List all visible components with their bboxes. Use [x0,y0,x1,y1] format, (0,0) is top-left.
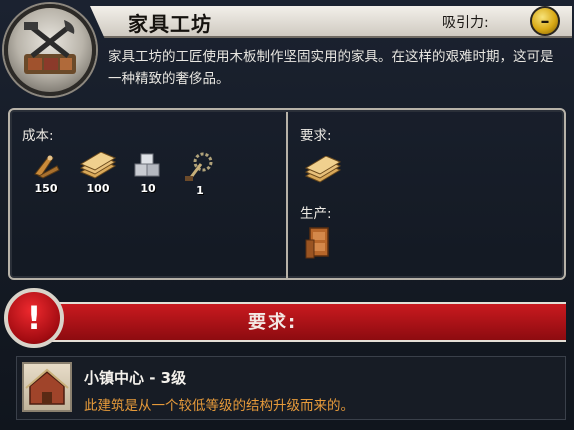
banner-label: 要求: [248,312,298,333]
requirement-name: 小镇中心 - 3级 [84,369,187,387]
produces-label: 生产: [300,206,332,222]
cost-item-planks[interactable]: 100 [78,151,118,195]
saw-tool-icon [185,152,213,181]
requires-label: 要求: [300,128,332,144]
produces-item[interactable] [304,226,336,264]
frame-divider [286,112,288,278]
lumber-icon [34,155,60,179]
appeal-label: 吸引力: [442,15,489,31]
planks-icon [304,155,342,183]
requirement-note: 此建筑是从一个较低等级的结构升级而来的。 [84,398,354,414]
cost-qty: 10 [140,182,156,195]
requirement-banner [40,302,566,342]
stone-blocks-icon [134,153,160,177]
crossed-tools-icon [24,20,76,74]
building-emblem [4,4,96,96]
requires-item[interactable] [304,155,342,188]
alert-icon: ! [4,288,64,348]
furniture-icon [305,227,329,259]
building-info-panel: 家具工坊 吸引力: – 家具工坊的工匠使用木板制作坚固实用的家具。在这样的艰难时… [0,0,574,430]
cost-item-stone[interactable]: 10 [128,152,168,195]
building-description: 家具工坊的工匠使用木板制作坚固实用的家具。在这样的艰难时期，这可是一种精致的奢侈… [108,49,554,87]
cost-item-lumber[interactable]: 150 [26,152,66,195]
cost-qty: 1 [196,184,204,197]
cost-label: 成本: [22,128,54,144]
appeal-badge[interactable]: – [530,6,560,36]
building-title: 家具工坊 [128,12,212,36]
cost-qty: 150 [34,182,58,195]
cost-qty: 100 [86,182,110,195]
planks-icon [79,151,117,179]
town-center-icon [22,362,72,412]
cost-item-tool[interactable]: 1 [180,152,220,197]
